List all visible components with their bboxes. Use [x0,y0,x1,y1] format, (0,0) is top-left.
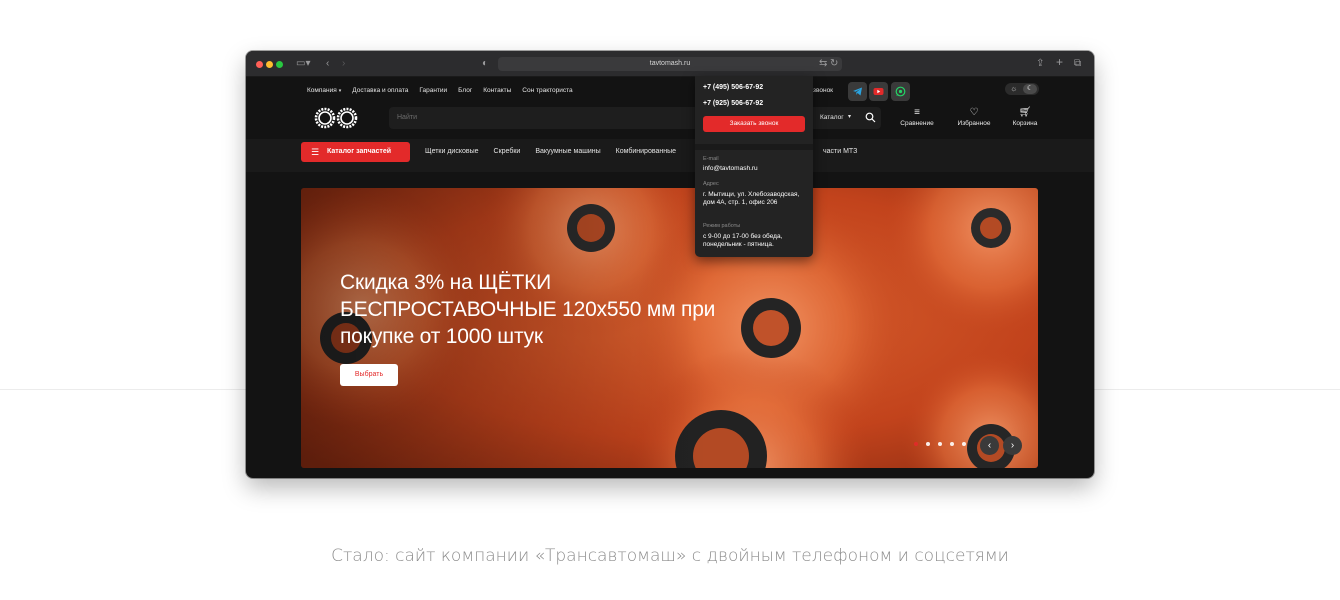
top-nav: Компания ▾ Доставка и оплата Гарантии Бл… [307,85,573,97]
menu-icon: ☰ [311,147,320,157]
top-nav-item[interactable]: Гарантии [419,85,447,97]
zoom-window-button[interactable] [276,61,283,68]
catalog-select-label: Каталог [820,114,844,121]
heart-icon: ♡ [969,107,979,118]
email-label: E-mail [703,156,719,162]
favorites-button[interactable]: ♡ Избранное [949,107,999,131]
search-icon[interactable] [865,112,876,123]
youtube-button[interactable] [869,82,888,101]
browser-toolbar: ▭▾ ‹ › ◐ tavtomash.ru ⇆ ↻ ⇪ + ⧉ [246,51,1094,77]
dropdown-divider [695,144,813,150]
contacts-dropdown: +7 (495) 506-67-92 +7 (925) 506-67-92 За… [695,76,813,257]
translate-icon[interactable]: ⇆ [819,57,827,71]
share-icon[interactable]: ⇪ [1036,57,1044,71]
slider-prev-button[interactable]: ‹ [980,436,999,455]
callback-link[interactable]: звонок [813,85,833,97]
new-tab-icon[interactable]: + [1056,55,1063,69]
slider-dot[interactable] [914,442,918,446]
sun-icon: ☼ [1010,84,1018,93]
slider-dot[interactable] [926,442,930,446]
slider-dots [914,442,966,446]
address-bar[interactable]: tavtomash.ru [498,57,842,71]
tab-overview-icon[interactable]: ⧉ [1074,57,1081,71]
category-nav: ☰ Каталог запчастей Щетки дисковые Скреб… [246,139,1094,172]
caption: Стало: сайт компании «Трансавтомаш» с дв… [331,546,1009,566]
back-icon[interactable]: ‹ [326,57,329,71]
catalog-button-label: Каталог запчастей [327,148,392,155]
cart-icon: 🛒︎ [1018,107,1032,118]
catalog-button[interactable]: ☰ Каталог запчастей [301,142,410,162]
order-call-button[interactable]: Заказать звонок [703,116,805,132]
hero-title: Скидка 3% на ЩЁТКИ БЕСПРОСТАВОЧНЫЕ 120х5… [340,271,716,348]
favorites-label: Избранное [957,120,991,127]
category-link[interactable]: Скребки [494,146,521,158]
chevron-down-icon: ▾ [848,114,852,120]
forward-icon[interactable]: › [342,57,345,71]
site-logo[interactable] [312,106,360,130]
telegram-icon [853,87,862,96]
youtube-icon [873,88,884,95]
hero-banner: Скидка 3% на ЩЁТКИ БЕСПРОСТАВОЧНЫЕ 120х5… [301,188,1038,468]
chevron-down-icon: ▾ [338,88,342,94]
address-text: г. Мытищи, ул. Хлебозаводская, дом 4А, с… [703,191,800,206]
slider-dot[interactable] [950,442,954,446]
cart-button[interactable]: 🛒︎ Корзина [1000,107,1050,131]
phone-link[interactable]: +7 (925) 506-67-92 [703,99,763,109]
top-nav-item[interactable]: Контакты [483,85,511,97]
category-link[interactable]: Вакуумные машины [535,146,600,158]
telegram-button[interactable] [848,82,867,101]
address-label: Адрес [703,181,719,187]
theme-toggle[interactable]: ☼ ☾ [1005,83,1039,95]
top-nav-item[interactable]: Компания [307,85,337,97]
browser-window: ▭▾ ‹ › ◐ tavtomash.ru ⇆ ↻ ⇪ + ⧉ Компания… [246,51,1094,478]
search-input[interactable]: Найти [397,112,417,124]
slider-dot[interactable] [938,442,942,446]
moon-icon: ☾ [1023,84,1037,94]
phone-link[interactable]: +7 (495) 506-67-92 [703,83,763,93]
privacy-shield-icon[interactable]: ◐ [482,57,488,71]
slider-dot[interactable] [962,442,966,446]
email-link[interactable]: info@tavtomash.ru [703,165,807,173]
hours-text: с 9-00 до 17-00 без обеда, понедельник -… [703,233,783,248]
whatsapp-button[interactable] [891,82,910,101]
sidebar-icon[interactable]: ▭▾ [296,57,310,71]
close-window-button[interactable] [256,61,263,68]
cart-label: Корзина [1012,120,1038,127]
compare-label: Сравнение [900,120,934,127]
top-nav-item[interactable]: Доставка и оплата [352,85,408,97]
slider-next-button[interactable]: › [1003,436,1022,455]
top-nav-item[interactable]: Сон тракториста [522,85,572,97]
whatsapp-icon [895,86,906,97]
reload-icon[interactable]: ↻ [830,57,838,71]
category-link[interactable]: Щетки дисковые [425,146,479,158]
category-link[interactable]: части МТЗ [823,146,857,158]
hero-cta-button[interactable]: Выбрать [340,364,398,386]
hours-label: Режим работы [703,223,741,229]
compare-icon: ≡ [914,107,920,118]
url-text: tavtomash.ru [649,60,691,67]
minimize-window-button[interactable] [266,61,273,68]
compare-button[interactable]: ≡ Сравнение [892,107,942,131]
top-nav-item[interactable]: Блог [458,85,472,97]
category-link[interactable]: Комбинированные [616,146,676,158]
